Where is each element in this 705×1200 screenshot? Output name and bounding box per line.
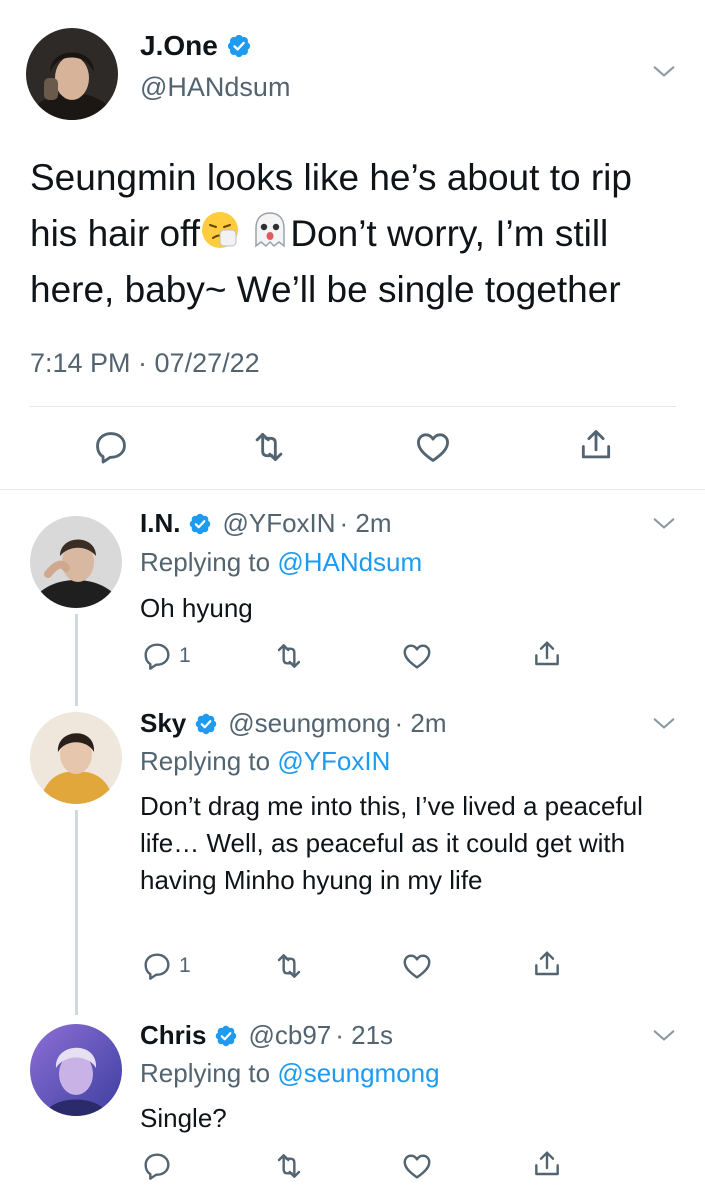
reply-2-name-row: Sky @seungmong · 2m [140, 708, 447, 739]
verified-badge-icon [214, 1024, 238, 1048]
reply-icon [92, 428, 130, 466]
main-tweet-text: Seungmin looks like he’s about to rip hi… [30, 150, 680, 318]
reply-1-display-name[interactable]: I.N. [140, 508, 180, 539]
retweet-icon [273, 1150, 305, 1182]
reply-3-display-name[interactable]: Chris [140, 1020, 206, 1051]
reply-icon [141, 1150, 173, 1182]
avatar-reply-2[interactable] [30, 712, 122, 804]
verified-badge-icon [188, 512, 212, 536]
avatar-main[interactable] [26, 28, 118, 120]
avatar-reply-1-image [30, 516, 122, 608]
thread-line-2 [75, 810, 78, 1015]
reply-1-like-button[interactable] [401, 640, 433, 672]
replying-to-label: Replying to [140, 547, 278, 577]
reply-1-name-row: I.N. @YFoxIN · 2m [140, 508, 392, 539]
reply-icon [141, 640, 173, 672]
reply-icon [141, 950, 173, 982]
reply-count: 1 [179, 644, 191, 667]
verified-badge-icon [194, 712, 218, 736]
retweet-icon [273, 640, 305, 672]
main-display-name[interactable]: J.One [140, 30, 218, 62]
avatar-main-image [26, 28, 118, 120]
like-icon [401, 640, 433, 672]
reply-3-reply-button[interactable] [141, 1150, 173, 1182]
main-divider [30, 406, 676, 407]
chevron-down-icon[interactable] [650, 510, 678, 538]
main-retweet-button[interactable] [250, 428, 288, 466]
reply-2-replying-to: Replying to @YFoxIN [140, 746, 390, 777]
retweet-icon [250, 428, 288, 466]
retweet-icon [273, 950, 305, 982]
share-icon [531, 948, 563, 980]
reply-2-handle[interactable]: @seungmong [228, 708, 390, 739]
reply-2-like-button[interactable] [401, 950, 433, 982]
main-share-button[interactable] [577, 426, 615, 464]
reply-3-name-row: Chris @cb97 · 21s [140, 1020, 393, 1051]
share-icon [577, 426, 615, 464]
section-divider [0, 489, 705, 490]
chevron-down-icon[interactable] [650, 1022, 678, 1050]
reply-2-retweet-button[interactable] [273, 950, 305, 982]
reply-3-retweet-button[interactable] [273, 1150, 305, 1182]
main-name-row: J.One [140, 30, 252, 62]
main-like-button[interactable] [414, 428, 452, 466]
reply-2-display-name[interactable]: Sky [140, 708, 186, 739]
reply-3-time: · 21s [335, 1020, 394, 1050]
ghost-emoji [255, 212, 286, 248]
thread-line-1 [75, 614, 78, 706]
reply-1-text: Oh hyung [140, 593, 253, 623]
sneezing-face-emoji [202, 212, 239, 248]
main-handle[interactable]: @HANdsum [140, 72, 290, 103]
replying-to-link[interactable]: @HANdsum [277, 547, 422, 577]
avatar-reply-3[interactable] [30, 1024, 122, 1116]
replying-to-label: Replying to [140, 1058, 278, 1088]
reply-2-text: Don’t drag me into this, I’ve lived a pe… [140, 791, 643, 895]
reply-1-reply-button[interactable]: 1 [141, 640, 191, 672]
avatar-reply-1[interactable] [30, 516, 122, 608]
reply-count: 1 [179, 954, 191, 977]
reply-3-like-button[interactable] [401, 1150, 433, 1182]
reply-1-handle[interactable]: @YFoxIN [222, 508, 335, 539]
reply-3-share-button[interactable] [531, 1148, 563, 1180]
reply-1-share-button[interactable] [531, 638, 563, 670]
chevron-down-icon[interactable] [650, 58, 678, 86]
main-timestamp[interactable]: 7:14 PM · 07/27/22 [30, 348, 260, 379]
share-icon [531, 638, 563, 670]
reply-3-replying-to: Replying to @seungmong [140, 1058, 440, 1089]
like-icon [414, 428, 452, 466]
reply-2-share-button[interactable] [531, 948, 563, 980]
like-icon [401, 950, 433, 982]
replying-to-link[interactable]: @seungmong [277, 1058, 439, 1088]
reply-2-reply-button[interactable]: 1 [141, 950, 191, 982]
chevron-down-icon[interactable] [650, 710, 678, 738]
avatar-reply-3-image [30, 1024, 122, 1116]
reply-1-time: · 2m [339, 508, 392, 538]
like-icon [401, 1150, 433, 1182]
avatar-reply-2-image [30, 712, 122, 804]
reply-1-retweet-button[interactable] [273, 640, 305, 672]
main-reply-button[interactable] [92, 428, 130, 466]
share-icon [531, 1148, 563, 1180]
verified-badge-icon [226, 33, 252, 59]
reply-2-time: · 2m [394, 708, 447, 738]
reply-1-replying-to: Replying to @HANdsum [140, 547, 422, 578]
replying-to-label: Replying to [140, 746, 278, 776]
replying-to-link[interactable]: @YFoxIN [277, 746, 390, 776]
reply-3-handle[interactable]: @cb97 [248, 1020, 331, 1051]
reply-3-text: Single? [140, 1103, 227, 1133]
